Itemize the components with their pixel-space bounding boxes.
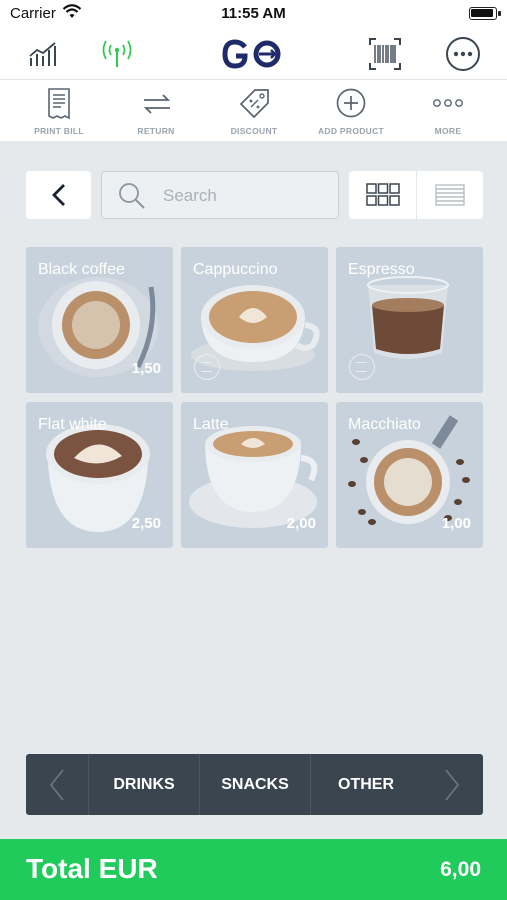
grid-view-button[interactable] (349, 171, 416, 219)
product-name: Latte (193, 416, 229, 433)
view-toggle (349, 171, 483, 219)
return-button[interactable]: RETURN (106, 80, 206, 141)
product-name: Black coffee (38, 261, 125, 278)
category-other[interactable]: OTHER (310, 754, 421, 815)
list-icon (434, 184, 465, 206)
back-button[interactable] (26, 171, 91, 219)
more-label: MORE (434, 126, 462, 136)
total-value: 6,00 (440, 858, 481, 881)
category-next-button[interactable] (421, 754, 483, 815)
return-label: RETURN (137, 126, 175, 136)
product-tile-macchiato[interactable]: Macchiato 1,00 (336, 402, 483, 548)
search-field[interactable]: Search (101, 171, 339, 219)
dots-icon (433, 99, 463, 107)
product-name: Espresso (348, 261, 415, 278)
product-tile-black-coffee[interactable]: Black coffee 1,50 (26, 247, 173, 393)
category-drinks[interactable]: DRINKS (88, 754, 199, 815)
product-tile-espresso[interactable]: Espresso (336, 247, 483, 393)
product-price: 1,50 (131, 360, 161, 377)
product-tile-latte[interactable]: Latte 2,00 (181, 402, 328, 548)
info-icon[interactable] (194, 354, 220, 380)
search-placeholder: Search (163, 186, 217, 205)
product-price: 2,00 (286, 515, 316, 532)
info-icon[interactable] (349, 354, 375, 380)
more-circle-icon[interactable] (445, 36, 481, 72)
grid-icon (365, 183, 400, 206)
status-bar: Carrier 11:55 AM (0, 0, 507, 28)
category-snacks[interactable]: SNACKS (199, 754, 310, 815)
go-logo (221, 38, 285, 70)
product-tile-flat-white[interactable]: Flat white 2,50 (26, 402, 173, 548)
add-product-label: ADD PRODUCT (317, 126, 385, 136)
top-bar (0, 28, 507, 80)
action-bar: PRINT BILL RETURN DISCOUNT ADD PRODUCT M… (0, 80, 507, 141)
chevron-left-icon (49, 769, 64, 800)
more-button[interactable]: MORE (398, 80, 498, 141)
plus-circle-icon (336, 88, 366, 118)
product-name: Macchiato (348, 416, 421, 433)
barcode-icon[interactable] (367, 36, 403, 72)
chevron-right-icon (445, 769, 460, 800)
clock: 11:55 AM (221, 5, 286, 22)
total-bar[interactable]: Total EUR 6,00 (0, 839, 507, 900)
print-bill-button[interactable]: PRINT BILL (9, 80, 109, 141)
tag-icon (239, 89, 269, 119)
search-icon (119, 183, 145, 209)
list-view-button[interactable] (416, 171, 483, 219)
category-prev-button[interactable] (26, 754, 88, 815)
print-bill-label: PRINT BILL (34, 126, 84, 136)
product-price: 2,50 (131, 515, 161, 532)
return-icon (143, 94, 171, 114)
battery-icon (469, 7, 501, 20)
product-name: Flat white (38, 416, 107, 433)
add-product-button[interactable]: ADD PRODUCT (301, 80, 401, 141)
stats-icon[interactable] (26, 36, 62, 72)
receipt-icon (48, 88, 70, 120)
category-bar: DRINKS SNACKS OTHER (26, 754, 483, 815)
signal-icon[interactable] (99, 36, 135, 72)
product-tile-cappuccino[interactable]: Cappuccino (181, 247, 328, 393)
product-name: Cappuccino (193, 261, 278, 278)
discount-button[interactable]: DISCOUNT (204, 80, 304, 141)
product-price: 1,00 (441, 515, 471, 532)
total-label: Total EUR (26, 853, 158, 884)
discount-label: DISCOUNT (230, 126, 278, 136)
chevron-left-icon (51, 184, 65, 206)
